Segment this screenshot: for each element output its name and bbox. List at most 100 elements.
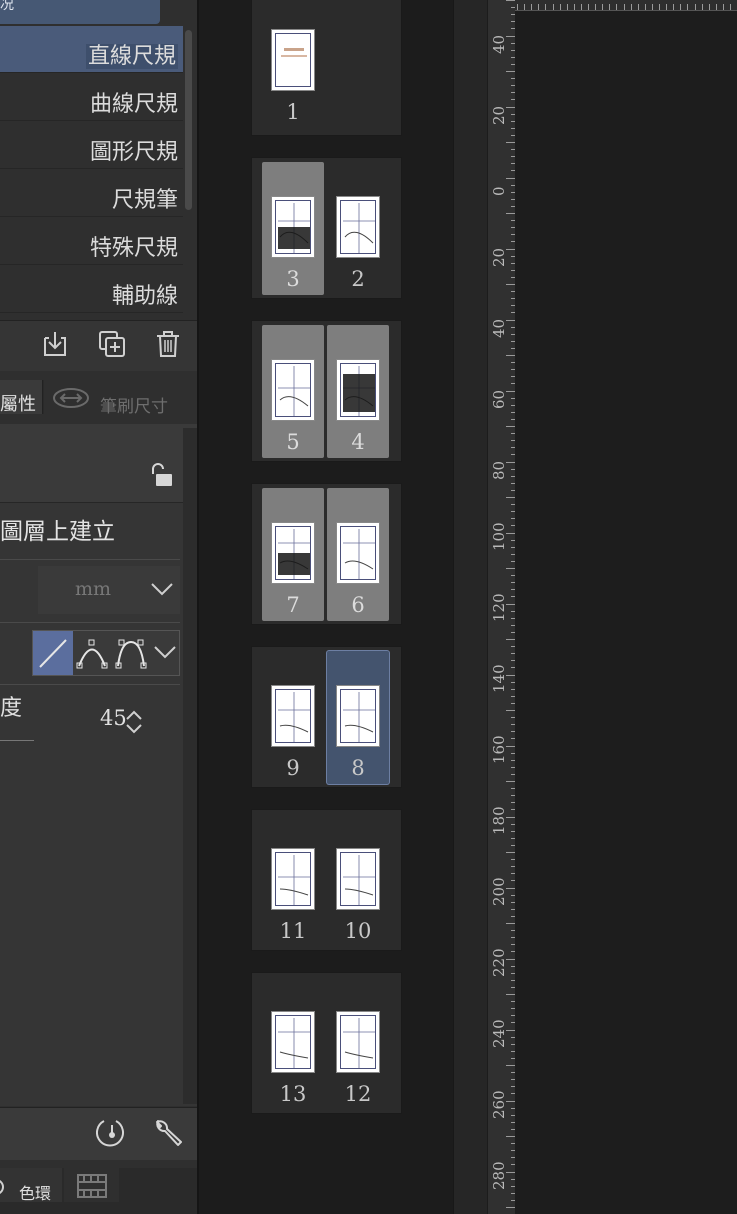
chevron-down-icon[interactable] (153, 645, 177, 659)
page-thumbnail[interactable]: 13 (262, 977, 324, 1110)
page-preview (271, 29, 315, 91)
subtool-item-shape-ruler[interactable]: 圖形尺規 (0, 122, 183, 169)
tool-property-header (0, 424, 197, 503)
page-thumbnail[interactable]: 1 (262, 0, 324, 128)
ruler-tick-label: 120 (490, 593, 508, 622)
tab-tool-property-label: 屬性 (0, 394, 36, 415)
page-thumbnail[interactable]: 4 (327, 325, 389, 458)
unlock-icon[interactable] (148, 462, 174, 488)
page-number: 1 (286, 100, 300, 124)
tab-color-wheel[interactable]: 色環 (0, 1168, 62, 1203)
wrench-icon[interactable] (152, 1117, 184, 1149)
panel-divider[interactable] (197, 0, 199, 1214)
page-preview (271, 848, 315, 910)
brush-size-icon (53, 388, 89, 408)
ruler-tick-label: 60 (490, 389, 508, 409)
ruler-tick-label: 180 (490, 806, 508, 835)
ruler-tick-label: 160 (490, 735, 508, 764)
angle-value[interactable]: 45 (100, 706, 127, 730)
page-number: 12 (344, 1082, 372, 1106)
chevron-down-icon (151, 583, 173, 596)
page-preview (271, 1011, 315, 1073)
ruler-tick-label: 0 (490, 186, 508, 196)
page-spread: 13 12 (252, 973, 401, 1113)
page-spread: 1 (252, 0, 401, 135)
create-on-layer-label: 圖層上建立 (0, 519, 115, 545)
page-thumbnail[interactable]: 5 (262, 325, 324, 458)
subtool-item-straight-ruler[interactable]: 直線尺規 (0, 26, 183, 73)
unit-select[interactable]: mm (38, 566, 180, 614)
trash-icon[interactable] (153, 329, 183, 359)
property-scrollbar[interactable] (183, 428, 197, 1104)
subtool-item-special-ruler[interactable]: 特殊尺規 (0, 218, 183, 265)
page-number: 10 (344, 919, 372, 943)
page-thumbnail[interactable]: 2 (327, 162, 389, 295)
duplicate-icon[interactable] (97, 329, 127, 359)
page-thumbnail[interactable]: 12 (327, 977, 389, 1110)
page-preview (271, 196, 315, 258)
ruler-tick-label: 100 (490, 522, 508, 551)
panel-gutter (453, 0, 488, 1214)
page-thumbnail[interactable]: 10 (327, 814, 389, 947)
color-tabs: 色環 (0, 1168, 197, 1214)
subtool-item-curve-ruler[interactable]: 曲線尺規 (0, 74, 183, 121)
subtool-item-label: 圖形尺規 (89, 140, 178, 165)
import-icon[interactable] (40, 329, 70, 359)
page-number: 3 (286, 267, 300, 291)
page-number: 6 (351, 593, 365, 617)
timer-icon[interactable] (96, 1117, 128, 1149)
ruler-tick-label: 200 (490, 877, 508, 906)
subtool-item-label: 輔助線 (111, 284, 178, 309)
color-wheel-icon (0, 1180, 4, 1194)
page-number: 8 (351, 756, 365, 780)
subtool-list: 直線尺規 曲線尺規 圖形尺規 尺規筆 特殊尺規 輔助線 (0, 26, 183, 314)
page-thumbnail[interactable]: 3 (262, 162, 324, 295)
ruler-tick-label: 40 (490, 318, 508, 338)
ruler-tick-label: 80 (490, 460, 508, 480)
page-spread: 32 (252, 158, 401, 298)
page-spread: 76 (252, 484, 401, 624)
spline-shape-icon[interactable] (115, 637, 147, 669)
spinner-icon[interactable] (124, 708, 144, 736)
property-tabs: 屬性 筆刷尺寸 (0, 380, 183, 417)
page-number: 7 (286, 593, 300, 617)
page-thumbnail[interactable]: 7 (262, 488, 324, 621)
page-number: 5 (286, 430, 300, 454)
straight-line-shape-button[interactable] (33, 631, 73, 675)
page-preview (336, 522, 380, 584)
page-thumbnail[interactable]: 9 (262, 651, 324, 784)
tab-brush-size[interactable]: 筆刷尺寸 (44, 380, 183, 417)
subtool-toolbar (0, 320, 197, 371)
subtool-item-guide[interactable]: 輔助線 (0, 266, 183, 313)
page-preview (336, 848, 380, 910)
page-thumbnail[interactable]: 8 (327, 651, 389, 784)
subtool-list-scrollbar[interactable] (185, 30, 192, 210)
page-thumbnail[interactable]: 11 (262, 814, 324, 947)
page-manager: 1 3 2 5 4 7 6 9 8 11 10 13 12 (197, 0, 453, 1214)
page-number: 9 (286, 756, 300, 780)
curve-shape-icon[interactable] (76, 637, 108, 669)
subtool-item-label: 尺規筆 (111, 188, 178, 213)
tab-tool-property[interactable]: 屬性 (0, 380, 43, 415)
ruler-tick-label: 20 (490, 105, 508, 125)
canvas-area[interactable] (515, 11, 737, 1214)
ruler-tick-label: 280 (490, 1161, 508, 1190)
ruler-tick-label: 220 (490, 948, 508, 977)
tab-animation[interactable] (64, 1168, 119, 1202)
page-number: 4 (351, 430, 365, 454)
subtool-group-tab[interactable]: 况 (0, 0, 160, 24)
subtool-group-tab-label: 况 (0, 0, 14, 13)
tab-brush-size-label: 筆刷尺寸 (100, 397, 168, 417)
page-number: 2 (351, 267, 365, 291)
page-preview (271, 359, 315, 421)
subtool-item-ruler-pen[interactable]: 尺規筆 (0, 170, 183, 217)
page-preview (336, 196, 380, 258)
page-thumbnail[interactable]: 6 (327, 488, 389, 621)
ruler-tick-label: 140 (490, 664, 508, 693)
subtool-item-label: 特殊尺規 (89, 236, 178, 261)
angle-step-label: 度 (0, 696, 23, 721)
page-preview (271, 522, 315, 584)
angle-slider-track[interactable] (0, 740, 34, 741)
page-preview (271, 685, 315, 747)
subtool-item-label: 曲線尺規 (89, 92, 178, 117)
